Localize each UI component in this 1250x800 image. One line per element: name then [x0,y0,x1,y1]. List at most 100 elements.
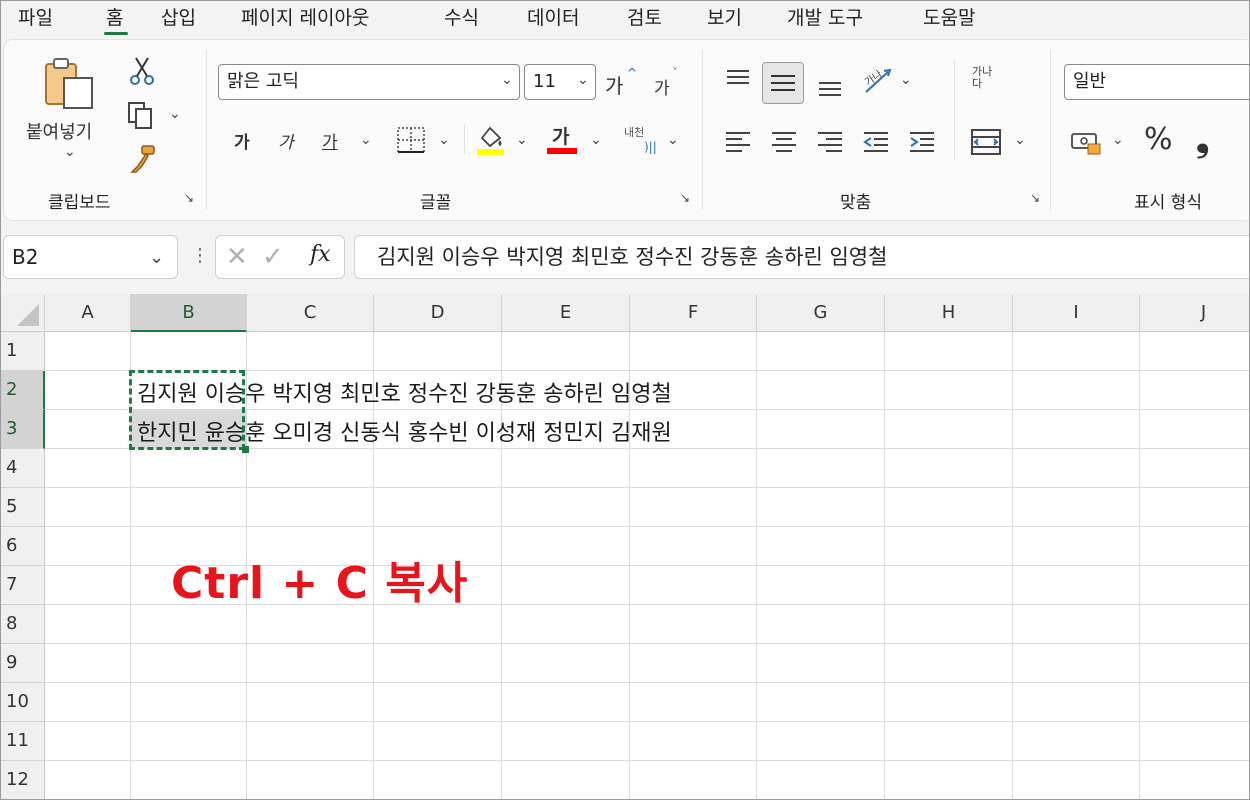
chevron-down-icon[interactable]: ⌄ [1014,132,1026,148]
font-color-button[interactable]: 가 [552,122,569,149]
row-header-2[interactable]: 2 [1,371,45,410]
insert-function-button[interactable]: fx [310,242,331,267]
copy-icon[interactable] [126,100,156,130]
font-name-select[interactable]: 맑은 고딕 [218,64,520,100]
formula-controls: ✕ ✓ fx [215,235,345,279]
chevron-down-icon[interactable]: ⌄ [149,247,164,268]
column-header-i[interactable]: I [1013,294,1140,332]
column-header-j[interactable]: J [1140,294,1249,332]
chevron-down-icon[interactable]: ⌄ [577,72,589,88]
paste-button-label[interactable]: 붙여넣기 [26,118,92,144]
annotation-text: Ctrl + C 복사 [171,558,469,609]
chevron-down-icon[interactable]: ⌄ [590,132,602,148]
select-all-corner[interactable] [1,294,45,332]
dialog-launcher-icon[interactable]: ↘ [184,192,196,204]
enter-icon[interactable]: ✓ [262,242,284,272]
chevron-down-icon[interactable]: ⌄ [501,72,513,88]
increase-indent-icon[interactable] [908,130,936,154]
row-header-7[interactable]: 7 [1,566,45,605]
number-format-select[interactable]: 일반 [1064,64,1249,100]
wrap-text-button[interactable]: 가나다 [972,66,998,90]
column-header-c[interactable]: C [247,294,374,332]
gridline [45,643,1249,644]
align-left-icon[interactable] [724,130,752,154]
borders-icon[interactable] [396,126,426,154]
group-divider [702,50,703,210]
formula-input[interactable]: 김지원 이승우 박지영 최민호 정수진 강동훈 송하린 임영철 [354,235,1249,279]
dialog-launcher-icon[interactable]: ↘ [680,192,692,204]
group-label-alignment: 맞춤 [840,193,872,213]
grow-font-button[interactable]: 가 [605,70,623,99]
chevron-down-icon[interactable]: ⌄ [64,144,76,160]
chevron-down-icon[interactable]: ⌄ [667,132,679,148]
chevron-down-icon[interactable]: ⌄ [169,106,181,122]
italic-button[interactable]: 가 [278,128,294,153]
column-header-f[interactable]: F [630,294,757,332]
decrease-indent-icon[interactable] [862,130,890,154]
row-header-9[interactable]: 9 [1,644,45,683]
chevron-down-icon[interactable]: ⌄ [1112,132,1124,148]
align-right-icon[interactable] [816,130,844,154]
fill-color-icon[interactable] [476,124,506,156]
tab-home[interactable]: 홈 [106,3,123,30]
column-header-g[interactable]: G [757,294,885,332]
shrink-font-button[interactable]: 가 [654,74,670,99]
align-center-icon[interactable] [770,130,798,154]
row-header-8[interactable]: 8 [1,605,45,644]
column-header-h[interactable]: H [885,294,1013,332]
format-painter-icon[interactable] [128,144,158,174]
orientation-icon[interactable]: 가나 [860,66,894,96]
tab-page-layout[interactable]: 페이지 레이아웃 [241,3,369,30]
fill-handle[interactable] [242,446,249,453]
column-header-b[interactable]: B [131,294,247,332]
excel-window: 파일 홈 삽입 페이지 레이아웃 수식 데이터 검토 보기 개발 도구 도움말 … [0,0,1250,800]
gridline [45,526,1249,527]
increase-arrow-icon: ^ [627,66,638,80]
comma-style-button[interactable]: ❟ [1196,120,1209,160]
row-header-4[interactable]: 4 [1,449,45,488]
cancel-icon[interactable]: ✕ [226,242,248,272]
tab-data[interactable]: 데이터 [527,3,579,30]
tab-insert[interactable]: 삽입 [161,3,196,30]
align-middle-button[interactable] [762,62,804,104]
row-header-5[interactable]: 5 [1,488,45,527]
gridline [1012,332,1013,799]
align-top-icon[interactable] [724,68,752,90]
row-header-12[interactable]: 12 [1,761,45,799]
chevron-down-icon[interactable]: ⌄ [516,132,528,148]
paste-icon[interactable] [42,54,98,112]
cut-icon[interactable] [128,56,156,86]
percent-style-button[interactable]: % [1144,122,1173,157]
dialog-launcher-icon[interactable]: ↘ [1030,192,1042,204]
font-color-swatch [547,148,577,154]
column-header-e[interactable]: E [502,294,630,332]
chevron-down-icon[interactable]: ⌄ [360,132,372,148]
phonetic-button[interactable]: 내천 [624,124,644,140]
tab-file[interactable]: 파일 [18,3,53,30]
merge-center-icon[interactable] [970,128,1002,156]
chevron-down-icon[interactable]: ⌄ [438,132,450,148]
formula-bar: B2 ⌄ ⋮ ✕ ✓ fx 김지원 이승우 박지영 최민호 정수진 강동훈 송하… [1,229,1249,287]
row-header-11[interactable]: 11 [1,722,45,761]
group-divider [206,50,207,210]
chevron-down-icon[interactable]: ⌄ [900,72,912,88]
underline-button[interactable]: 가 [322,128,338,153]
tab-view[interactable]: 보기 [707,3,742,30]
tab-formulas[interactable]: 수식 [444,3,479,30]
phonetic-guide-icon: )|| [644,140,657,154]
bold-button[interactable]: 가 [234,128,250,153]
column-header-a[interactable]: A [45,294,131,332]
align-bottom-icon[interactable] [816,76,844,98]
accounting-format-icon[interactable] [1070,130,1102,156]
gridline [1139,332,1140,799]
tab-developer[interactable]: 개발 도구 [787,3,863,30]
tab-help[interactable]: 도움말 [923,3,975,30]
row-header-10[interactable]: 10 [1,683,45,722]
tab-review[interactable]: 검토 [627,3,662,30]
row-header-6[interactable]: 6 [1,527,45,566]
group-label-clipboard: 클립보드 [48,193,111,213]
more-options-icon[interactable]: ⋮ [191,245,209,266]
row-header-1[interactable]: 1 [1,332,45,371]
column-header-d[interactable]: D [374,294,502,332]
row-header-3[interactable]: 3 [1,410,45,449]
